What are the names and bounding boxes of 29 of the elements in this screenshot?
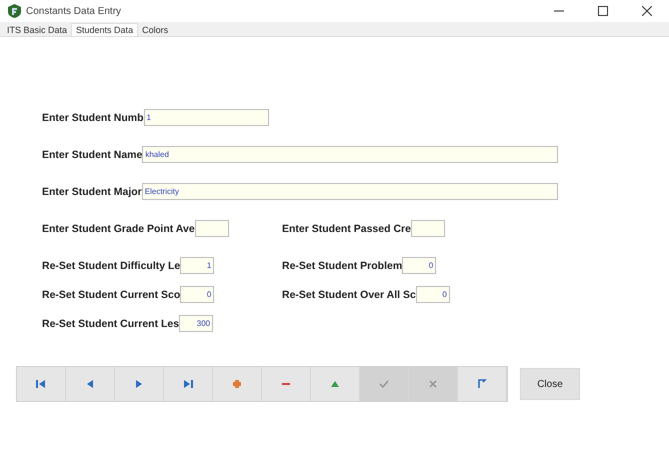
field-label: Enter Student Passed Cre — [282, 222, 411, 234]
input-field[interactable]: 0 — [402, 257, 436, 274]
tab[interactable]: Students Data — [71, 23, 138, 36]
input-field[interactable]: 0 — [180, 286, 214, 303]
input-field[interactable]: khaled — [142, 146, 558, 163]
input-field[interactable] — [194, 220, 229, 237]
field-label: Enter Student Numb — [42, 112, 144, 124]
field-label: Enter Student Major — [42, 186, 142, 198]
window-title: Constants Data Entry — [26, 6, 122, 16]
input-field[interactable] — [410, 220, 445, 237]
app-icon — [8, 4, 21, 18]
tab[interactable]: Colors — [138, 24, 172, 36]
input-field[interactable]: 1 — [180, 257, 214, 274]
plus-icon — [230, 377, 244, 391]
field-label: Enter Student Grade Point Ave — [42, 222, 195, 234]
tab[interactable]: ITS Basic Data — [3, 24, 72, 36]
field-label: Re-Set Student Difficulty Le — [42, 260, 180, 272]
field-label: Re-Set Student Over All Sc — [282, 288, 416, 300]
input-field[interactable]: Electricity — [142, 183, 558, 200]
field-label: Re-Set Student Current Les — [42, 318, 180, 330]
close-button[interactable]: Close — [520, 368, 580, 400]
input-field[interactable]: 1 — [144, 109, 268, 126]
first-record-icon — [34, 377, 48, 391]
last-record-icon — [181, 377, 195, 391]
field-label: Re-Set Student Current Sco — [42, 288, 180, 300]
input-field[interactable]: 0 — [416, 286, 450, 303]
field-label: Enter Student Name — [42, 148, 142, 160]
field-label: Re-Set Student Problem — [282, 260, 402, 272]
input-field[interactable]: 300 — [179, 315, 214, 332]
